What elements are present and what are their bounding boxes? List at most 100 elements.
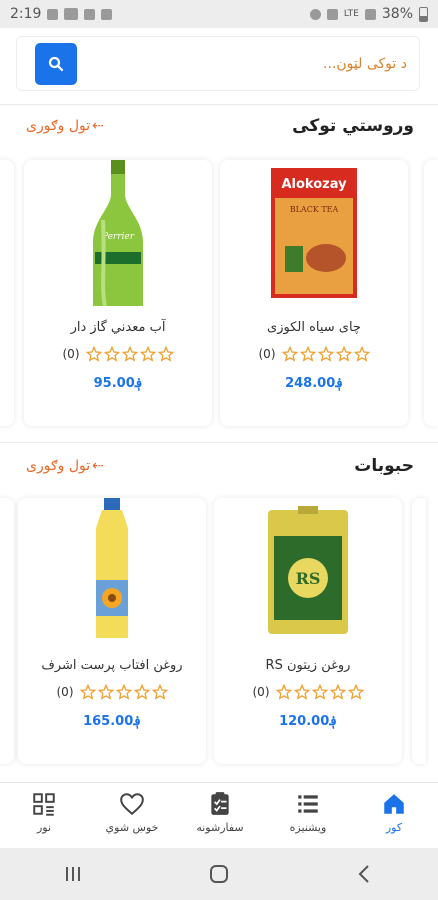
nav-home-label: کور bbox=[385, 821, 403, 834]
message-icon bbox=[84, 8, 96, 20]
product-rating: (0) bbox=[24, 346, 212, 362]
see-all-recent-link[interactable]: ⇠ تول وګوری bbox=[26, 118, 104, 134]
alarm-icon bbox=[309, 8, 321, 20]
card-partial-left bbox=[0, 498, 14, 764]
nav-favorites-label: خوښ شوي bbox=[105, 821, 159, 834]
status-time: 2:19 bbox=[10, 6, 42, 22]
star-icon bbox=[97, 684, 114, 700]
star-icon bbox=[293, 684, 310, 700]
product-price: 95.00؋ bbox=[93, 376, 143, 391]
nav-orders[interactable]: سفارشونه bbox=[180, 791, 260, 845]
svg-text:Perrier: Perrier bbox=[101, 232, 135, 242]
product-price: 165.00؋ bbox=[83, 714, 141, 729]
product-card[interactable]: Perrier آب معدني گاز دار (0) 95.00؋ bbox=[24, 160, 212, 426]
star-icon bbox=[335, 346, 352, 362]
divider bbox=[0, 104, 438, 105]
search-button[interactable] bbox=[35, 43, 77, 85]
section-title-recent: وروستي توکی bbox=[292, 116, 414, 136]
clipboard-icon bbox=[211, 792, 229, 815]
star-icon bbox=[139, 346, 156, 362]
star-icon bbox=[115, 684, 132, 700]
product-rating: (0) bbox=[18, 684, 206, 700]
notification-icon bbox=[47, 8, 59, 20]
rating-count: (0) bbox=[62, 347, 80, 361]
card-partial-right bbox=[412, 498, 426, 764]
search-icon bbox=[48, 56, 64, 72]
section-title-grains: حبوبات bbox=[354, 456, 414, 476]
svg-text:Alokozay: Alokozay bbox=[281, 177, 347, 192]
back-icon[interactable] bbox=[354, 863, 376, 885]
product-image: RS bbox=[214, 498, 402, 644]
bottom-nav: کور ویشنیزه سفارشونه خوښ شوي نور bbox=[0, 782, 438, 848]
svg-text:RS: RS bbox=[296, 569, 321, 588]
product-name: روغن افتاب پرست اشرف bbox=[41, 658, 183, 673]
wifi-icon bbox=[326, 8, 338, 20]
star-icon bbox=[281, 346, 298, 362]
star-icon bbox=[103, 346, 120, 362]
heart-icon bbox=[120, 793, 144, 816]
star-icon bbox=[299, 346, 316, 362]
status-bar: 2:19 LTE 38% bbox=[0, 0, 438, 28]
search-input[interactable] bbox=[89, 45, 407, 83]
product-rating: (0) bbox=[220, 346, 408, 362]
star-icon bbox=[347, 684, 364, 700]
recent-apps-icon[interactable] bbox=[62, 863, 84, 885]
arrow-left-icon: ⇠ bbox=[92, 458, 104, 474]
network-label: LTE bbox=[343, 9, 359, 19]
divider bbox=[0, 442, 438, 443]
card-partial-right bbox=[424, 160, 438, 426]
alokozay-tea-box-image: Alokozay BLACK TEA bbox=[271, 168, 357, 298]
star-icon bbox=[329, 684, 346, 700]
rating-count: (0) bbox=[56, 685, 74, 699]
nav-more[interactable]: نور bbox=[4, 791, 84, 845]
battery-percent: 38% bbox=[381, 6, 413, 22]
nav-categories[interactable]: ویشنیزه bbox=[268, 791, 348, 845]
app-icon bbox=[101, 8, 113, 20]
product-price: 120.00؋ bbox=[279, 714, 337, 729]
nav-home[interactable]: کور bbox=[354, 791, 434, 845]
status-right: LTE 38% bbox=[309, 6, 428, 22]
see-all-grains-link[interactable]: ⇠ تول وګوری bbox=[26, 458, 104, 474]
product-image: Alokozay BLACK TEA bbox=[220, 160, 408, 306]
star-icon bbox=[275, 684, 292, 700]
rating-count: (0) bbox=[252, 685, 270, 699]
nav-favorites[interactable]: خوښ شوي bbox=[92, 791, 172, 845]
system-nav-bar bbox=[0, 848, 438, 900]
home-icon bbox=[384, 794, 404, 814]
sunflower-oil-bottle-image bbox=[96, 498, 128, 638]
product-price: 248.00؋ bbox=[285, 376, 343, 391]
list-icon bbox=[298, 795, 318, 813]
arrow-left-icon: ⇠ bbox=[92, 118, 104, 134]
product-name: آب معدني گاز دار bbox=[70, 320, 166, 335]
grid-menu-icon bbox=[33, 793, 55, 816]
see-all-label: تول وګوری bbox=[26, 118, 91, 134]
product-name: چای سیاه الکوزی bbox=[267, 320, 361, 335]
star-icon bbox=[353, 346, 370, 362]
olive-oil-tin-image: RS bbox=[268, 506, 348, 634]
product-card[interactable]: RS روغن زیتون RS (0) 120.00؋ bbox=[214, 498, 402, 764]
product-name: روغن زیتون RS bbox=[265, 658, 351, 673]
star-icon bbox=[157, 346, 174, 362]
star-icon bbox=[121, 346, 138, 362]
star-icon bbox=[133, 684, 150, 700]
star-icon bbox=[317, 346, 334, 362]
battery-icon bbox=[419, 6, 428, 22]
product-image: Perrier bbox=[24, 160, 212, 306]
nav-categories-label: ویشنیزه bbox=[289, 821, 327, 834]
nav-more-label: نور bbox=[36, 821, 52, 834]
see-all-label: تول وګوری bbox=[26, 458, 91, 474]
product-card[interactable]: روغن افتاب پرست اشرف (0) 165.00؋ bbox=[18, 498, 206, 764]
signal-icon bbox=[364, 8, 376, 20]
product-rating: (0) bbox=[214, 684, 402, 700]
card-partial-left bbox=[0, 160, 14, 426]
product-card[interactable]: Alokozay BLACK TEA چای سیاه الکوزی (0) 2… bbox=[220, 160, 408, 426]
star-icon bbox=[311, 684, 328, 700]
svg-text:BLACK TEA: BLACK TEA bbox=[290, 205, 339, 214]
star-icon bbox=[79, 684, 96, 700]
star-icon bbox=[151, 684, 168, 700]
search-bar bbox=[16, 36, 420, 91]
home-button-icon[interactable] bbox=[208, 863, 230, 885]
rating-count: (0) bbox=[258, 347, 276, 361]
perrier-bottle-image: Perrier bbox=[93, 160, 143, 306]
product-image bbox=[18, 498, 206, 644]
